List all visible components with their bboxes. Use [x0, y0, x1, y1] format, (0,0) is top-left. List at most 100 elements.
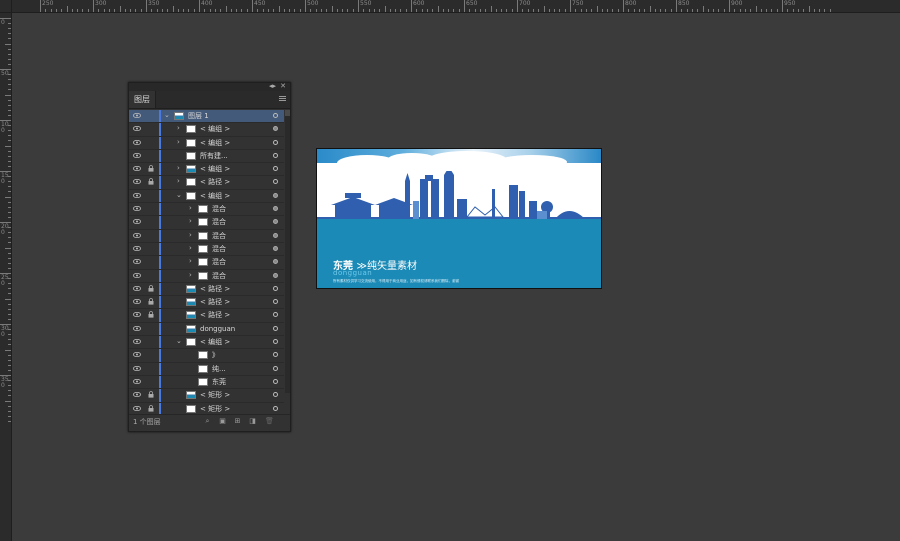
layer-name[interactable]: 混合 [212, 216, 226, 228]
close-icon[interactable]: ✕ [280, 82, 286, 90]
target-circle-icon[interactable] [273, 325, 278, 331]
visibility-eye-icon[interactable] [133, 392, 141, 398]
target-circle-icon[interactable] [273, 219, 278, 225]
visibility-eye-icon[interactable] [133, 299, 141, 305]
layer-row[interactable]: › 混合 [129, 256, 284, 270]
layer-name[interactable]: < 路径 > [200, 176, 230, 188]
visibility-eye-icon[interactable] [133, 259, 141, 265]
layer-name[interactable]: 》 [212, 349, 219, 361]
layer-row[interactable]: › < 路径 > [129, 176, 284, 190]
chevron-right-icon[interactable]: › [189, 244, 192, 252]
target-circle-icon[interactable] [273, 152, 278, 158]
visibility-eye-icon[interactable] [133, 378, 141, 384]
lock-toggle[interactable] [148, 338, 154, 345]
lock-toggle[interactable] [148, 112, 154, 119]
layer-name[interactable]: < 路径 > [200, 283, 230, 295]
visibility-eye-icon[interactable] [133, 272, 141, 278]
target-circle-icon[interactable] [273, 405, 278, 411]
target-circle-icon[interactable] [273, 206, 278, 212]
layer-row[interactable]: < 矩形 > [129, 389, 284, 403]
layer-row[interactable]: 》 [129, 349, 284, 363]
visibility-eye-icon[interactable] [133, 166, 141, 172]
delete-layer-icon[interactable]: 🗑 [265, 418, 274, 425]
chevron-right-icon[interactable]: › [189, 231, 192, 239]
lock-toggle[interactable] [148, 258, 154, 265]
visibility-eye-icon[interactable] [133, 219, 141, 225]
layer-row[interactable]: › 混合 [129, 229, 284, 243]
layer-row[interactable]: › < 编组 > [129, 136, 284, 150]
target-circle-icon[interactable] [273, 299, 278, 305]
visibility-eye-icon[interactable] [133, 245, 141, 251]
chevron-right-icon[interactable]: › [189, 204, 192, 212]
layer-row[interactable]: 所有建... [129, 149, 284, 164]
visibility-eye-icon[interactable] [133, 232, 141, 238]
horizontal-ruler[interactable]: 250 300 350 400 450 500 550 600 650 700 750 800 850 9… [0, 0, 900, 13]
visibility-eye-icon[interactable] [133, 352, 141, 358]
chevron-right-icon[interactable]: › [189, 271, 192, 279]
new-sublayer-icon[interactable]: ⊞ [234, 418, 241, 425]
chevron-right-icon[interactable]: › [177, 124, 180, 132]
target-circle-icon[interactable] [273, 285, 278, 291]
layer-row[interactable]: › 混合 [129, 216, 284, 230]
layer-row[interactable]: ⌄ 图层 1 [129, 110, 284, 124]
target-circle-icon[interactable] [273, 192, 278, 198]
layer-name[interactable]: < 矩形 > [200, 389, 230, 401]
lock-toggle[interactable] [148, 218, 154, 225]
visibility-eye-icon[interactable] [133, 365, 141, 371]
target-circle-icon[interactable] [273, 392, 278, 398]
layer-name[interactable]: < 路径 > [200, 309, 230, 321]
lock-toggle[interactable] [148, 232, 154, 239]
lock-toggle[interactable] [148, 205, 154, 212]
chevron-down-icon[interactable]: ⌄ [176, 337, 182, 345]
visibility-eye-icon[interactable] [133, 312, 141, 318]
visibility-eye-icon[interactable] [133, 325, 141, 331]
layer-row[interactable]: < 路径 > [129, 282, 284, 297]
layer-row[interactable]: ⌄ < 编组 > [129, 189, 284, 204]
lock-icon[interactable] [148, 404, 154, 412]
layer-row[interactable]: › < 编组 > [129, 123, 284, 137]
target-circle-icon[interactable] [273, 113, 278, 118]
layer-name[interactable]: < 矩形 > [200, 403, 230, 415]
vertical-ruler[interactable]: 0 50 100 150 200 250 300 350 [0, 12, 12, 541]
layer-name[interactable]: 混合 [212, 243, 226, 255]
lock-icon[interactable] [148, 178, 154, 186]
layer-row[interactable]: dongguan [129, 322, 284, 337]
visibility-eye-icon[interactable] [133, 405, 141, 411]
artboard-artwork[interactable]: 东莞 ≫纯矢量素材 dongguan 所有素材仅供学习交流使用，不得用于商业用途… [316, 148, 602, 289]
layer-row[interactable]: › 混合 [129, 242, 284, 257]
layer-row[interactable]: ⌄ < 编组 > [129, 336, 284, 350]
target-circle-icon[interactable] [273, 312, 278, 318]
layer-name[interactable]: 混合 [212, 203, 226, 215]
layer-row[interactable]: › 混合 [129, 269, 284, 283]
visibility-eye-icon[interactable] [133, 179, 141, 185]
layer-name[interactable]: 图层 1 [188, 110, 209, 122]
collapse-arrows-icon[interactable]: ◂▸ [269, 82, 276, 90]
panel-title-bar[interactable]: ◂▸ ✕ [129, 82, 290, 91]
layer-row[interactable]: < 路径 > [129, 309, 284, 323]
target-circle-icon[interactable] [273, 166, 278, 172]
layer-name[interactable]: < 编组 > [200, 163, 230, 175]
layer-name[interactable]: 纯... [212, 363, 226, 375]
visibility-eye-icon[interactable] [133, 285, 141, 291]
chevron-right-icon[interactable]: › [189, 257, 192, 265]
lock-toggle[interactable] [148, 325, 154, 332]
target-circle-icon[interactable] [273, 245, 278, 251]
layer-name[interactable]: < 路径 > [200, 296, 230, 308]
lock-toggle[interactable] [148, 245, 154, 252]
layer-name[interactable]: 混合 [212, 230, 226, 242]
layer-name[interactable]: 所有建... [200, 150, 228, 162]
lock-toggle[interactable] [148, 365, 154, 372]
target-circle-icon[interactable] [273, 179, 278, 185]
target-circle-icon[interactable] [273, 126, 278, 132]
layer-row[interactable]: › 混合 [129, 203, 284, 217]
chevron-right-icon[interactable]: › [177, 177, 180, 185]
lock-icon[interactable] [148, 298, 154, 305]
search-layer-icon[interactable]: ⌕ [204, 418, 211, 425]
chevron-down-icon[interactable]: ⌄ [176, 191, 182, 199]
layer-name[interactable]: 混合 [212, 270, 226, 282]
target-circle-icon[interactable] [273, 259, 278, 265]
lock-icon[interactable] [148, 311, 154, 319]
lock-toggle[interactable] [148, 378, 154, 385]
visibility-eye-icon[interactable] [133, 126, 141, 132]
layers-scrollbar[interactable] [285, 110, 290, 393]
